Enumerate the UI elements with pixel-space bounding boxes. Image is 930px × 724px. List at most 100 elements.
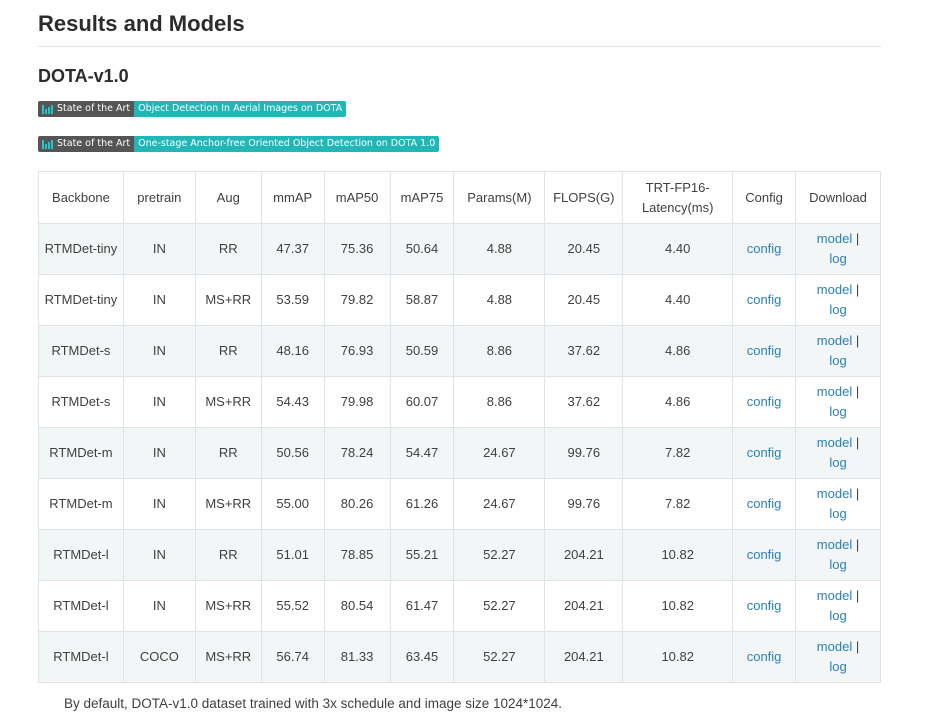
link-separator: |	[852, 231, 860, 246]
cell-config: config	[732, 223, 797, 275]
config-link[interactable]: config	[747, 598, 782, 613]
cell-mmap: 56.74	[260, 631, 325, 683]
cell-download: model | log	[795, 325, 881, 377]
cell-latency: 4.40	[622, 274, 734, 326]
log-link[interactable]: log	[829, 608, 846, 623]
cell-backbone: RTMDet-l	[38, 580, 124, 632]
cell-latency: 4.86	[622, 376, 734, 428]
cell-config: config	[732, 325, 797, 377]
link-separator: |	[852, 384, 860, 399]
table-row: RTMDet-s IN RR 48.16 76.93 50.59 8.86 37…	[38, 325, 881, 377]
cell-map75: 61.47	[389, 580, 455, 632]
cell-latency: 10.82	[622, 631, 734, 683]
table-row: RTMDet-l IN MS+RR 55.52 80.54 61.47 52.2…	[38, 580, 881, 632]
cell-map75: 54.47	[389, 427, 455, 479]
cell-backbone: RTMDet-s	[38, 376, 124, 428]
header-config: Config	[732, 171, 797, 224]
cell-params: 52.27	[453, 580, 546, 632]
config-link[interactable]: config	[747, 343, 782, 358]
config-link[interactable]: config	[747, 292, 782, 307]
model-link[interactable]: model	[817, 333, 852, 348]
cell-params: 24.67	[453, 427, 546, 479]
cell-pretrain: COCO	[122, 631, 196, 683]
model-link[interactable]: model	[817, 282, 852, 297]
config-link[interactable]: config	[747, 445, 782, 460]
header-aug: Aug	[194, 171, 262, 224]
model-link[interactable]: model	[817, 639, 852, 654]
model-link[interactable]: model	[817, 435, 852, 450]
badge-right-label: Object Detection In Aerial Images on DOT…	[134, 101, 347, 117]
header-backbone: Backbone	[38, 171, 124, 224]
cell-pretrain: IN	[122, 274, 196, 326]
log-link[interactable]: log	[829, 251, 846, 266]
cell-aug: MS+RR	[194, 376, 262, 428]
cell-config: config	[732, 427, 797, 479]
log-link[interactable]: log	[829, 659, 846, 674]
cell-config: config	[732, 529, 797, 581]
title-divider	[38, 46, 881, 47]
model-link[interactable]: model	[817, 588, 852, 603]
log-link[interactable]: log	[829, 404, 846, 419]
log-link[interactable]: log	[829, 353, 846, 368]
cell-config: config	[732, 478, 797, 530]
cell-map50: 76.93	[323, 325, 391, 377]
log-link[interactable]: log	[829, 302, 846, 317]
cell-params: 4.88	[453, 274, 546, 326]
cell-pretrain: IN	[122, 376, 196, 428]
cell-map75: 55.21	[389, 529, 455, 581]
bar-chart-icon	[42, 104, 53, 114]
cell-map50: 81.33	[323, 631, 391, 683]
cell-params: 4.88	[453, 223, 546, 275]
model-link[interactable]: model	[817, 486, 852, 501]
sota-badge-oriented[interactable]: State of the Art One-stage Anchor-free O…	[38, 136, 440, 152]
cell-download: model | log	[795, 529, 881, 581]
cell-pretrain: IN	[122, 427, 196, 479]
cell-flops: 99.76	[544, 427, 624, 479]
cell-map50: 79.82	[323, 274, 391, 326]
config-link[interactable]: config	[747, 241, 782, 256]
footnote: By default, DOTA-v1.0 dataset trained wi…	[64, 696, 563, 711]
config-link[interactable]: config	[747, 649, 782, 664]
model-link[interactable]: model	[817, 384, 852, 399]
cell-flops: 204.21	[544, 529, 624, 581]
cell-pretrain: IN	[122, 325, 196, 377]
cell-aug: RR	[194, 223, 262, 275]
cell-flops: 204.21	[544, 580, 624, 632]
cell-flops: 99.76	[544, 478, 624, 530]
link-separator: |	[852, 588, 860, 603]
link-separator: |	[852, 333, 860, 348]
cell-aug: RR	[194, 529, 262, 581]
model-link[interactable]: model	[817, 537, 852, 552]
cell-mmap: 50.56	[260, 427, 325, 479]
cell-map50: 75.36	[323, 223, 391, 275]
bar-chart-icon	[42, 139, 53, 149]
cell-latency: 7.82	[622, 427, 734, 479]
log-link[interactable]: log	[829, 506, 846, 521]
cell-backbone: RTMDet-m	[38, 478, 124, 530]
cell-config: config	[732, 376, 797, 428]
config-link[interactable]: config	[747, 394, 782, 409]
log-link[interactable]: log	[829, 455, 846, 470]
link-separator: |	[852, 537, 860, 552]
badge-right-label: One-stage Anchor-free Oriented Object De…	[134, 136, 440, 152]
cell-map75: 60.07	[389, 376, 455, 428]
cell-latency: 10.82	[622, 580, 734, 632]
cell-latency: 10.82	[622, 529, 734, 581]
log-link[interactable]: log	[829, 557, 846, 572]
cell-pretrain: IN	[122, 223, 196, 275]
cell-mmap: 55.00	[260, 478, 325, 530]
config-link[interactable]: config	[747, 547, 782, 562]
cell-download: model | log	[795, 427, 881, 479]
page-title: Results and Models	[38, 11, 245, 36]
sota-badge-aerial[interactable]: State of the Art Object Detection In Aer…	[38, 101, 347, 117]
cell-map75: 61.26	[389, 478, 455, 530]
cell-pretrain: IN	[122, 529, 196, 581]
badge-left-label: State of the Art	[57, 103, 131, 114]
cell-flops: 20.45	[544, 274, 624, 326]
cell-mmap: 53.59	[260, 274, 325, 326]
model-link[interactable]: model	[817, 231, 852, 246]
table-header-row: Backbone pretrain Aug mmAP mAP50 mAP75 P…	[38, 171, 881, 224]
config-link[interactable]: config	[747, 496, 782, 511]
table-row: RTMDet-m IN RR 50.56 78.24 54.47 24.67 9…	[38, 427, 881, 479]
link-separator: |	[852, 282, 860, 297]
